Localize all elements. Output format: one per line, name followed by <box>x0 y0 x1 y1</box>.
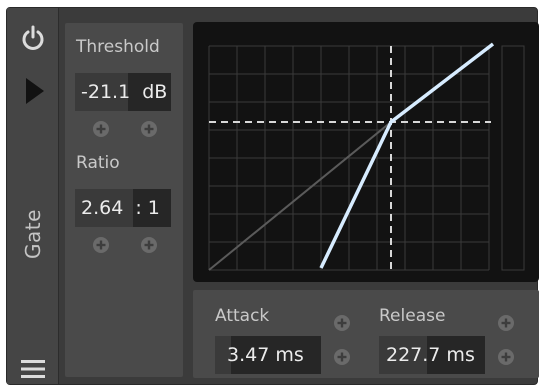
unity-reference-line <box>208 121 392 271</box>
release-modulate-plus-icon[interactable] <box>497 348 515 366</box>
power-icon[interactable] <box>20 25 46 51</box>
transfer-curve-display[interactable] <box>193 22 539 282</box>
threshold-value-box[interactable]: -21.1 dB <box>75 73 171 111</box>
threshold-ratio-panel: Threshold -21.1 dB Ratio 2.64 : 1 <box>65 23 183 377</box>
release-value: 227.7 ms <box>386 344 475 366</box>
threshold-map-plus-icon[interactable] <box>92 120 110 138</box>
gate-device: Gate Threshold -21.1 dB Ratio 2.64: 1 A… <box>6 7 539 385</box>
ratio-value: 2.64 <box>81 197 124 219</box>
play-triangle-icon[interactable] <box>24 76 46 106</box>
hamburger-menu-icon[interactable] <box>20 358 46 380</box>
ratio-value-box[interactable]: 2.64 : 1 <box>75 189 171 227</box>
ratio-unit: : 1 <box>135 197 160 219</box>
threshold-unit: dB <box>142 81 168 103</box>
threshold-label: Threshold <box>76 37 160 57</box>
device-name[interactable]: Gate <box>21 209 45 259</box>
ratio-map-plus-icon[interactable] <box>92 236 110 254</box>
attack-modulate-plus-icon[interactable] <box>333 348 351 366</box>
attack-map-plus-icon[interactable] <box>333 314 351 332</box>
ratio-modulate-plus-icon[interactable] <box>140 236 158 254</box>
attack-value: 3.47 ms <box>227 344 304 366</box>
transfer-curve-graph <box>208 42 525 271</box>
threshold-modulate-plus-icon[interactable] <box>140 120 158 138</box>
release-label: Release <box>379 306 446 326</box>
gate-transfer-curve <box>319 42 495 269</box>
release-map-plus-icon[interactable] <box>497 314 515 332</box>
release-value-box[interactable]: 227.7 ms <box>379 336 485 374</box>
attack-release-panel: Attack 3.47 ms Release 227.7 ms <box>193 290 539 378</box>
device-title-strip: Gate <box>7 8 59 384</box>
threshold-value: -21.1 <box>81 81 131 103</box>
ratio-label: Ratio <box>76 153 120 173</box>
attack-value-box[interactable]: 3.47 ms <box>215 336 321 374</box>
output-meter <box>501 45 525 271</box>
attack-label: Attack <box>215 306 270 326</box>
